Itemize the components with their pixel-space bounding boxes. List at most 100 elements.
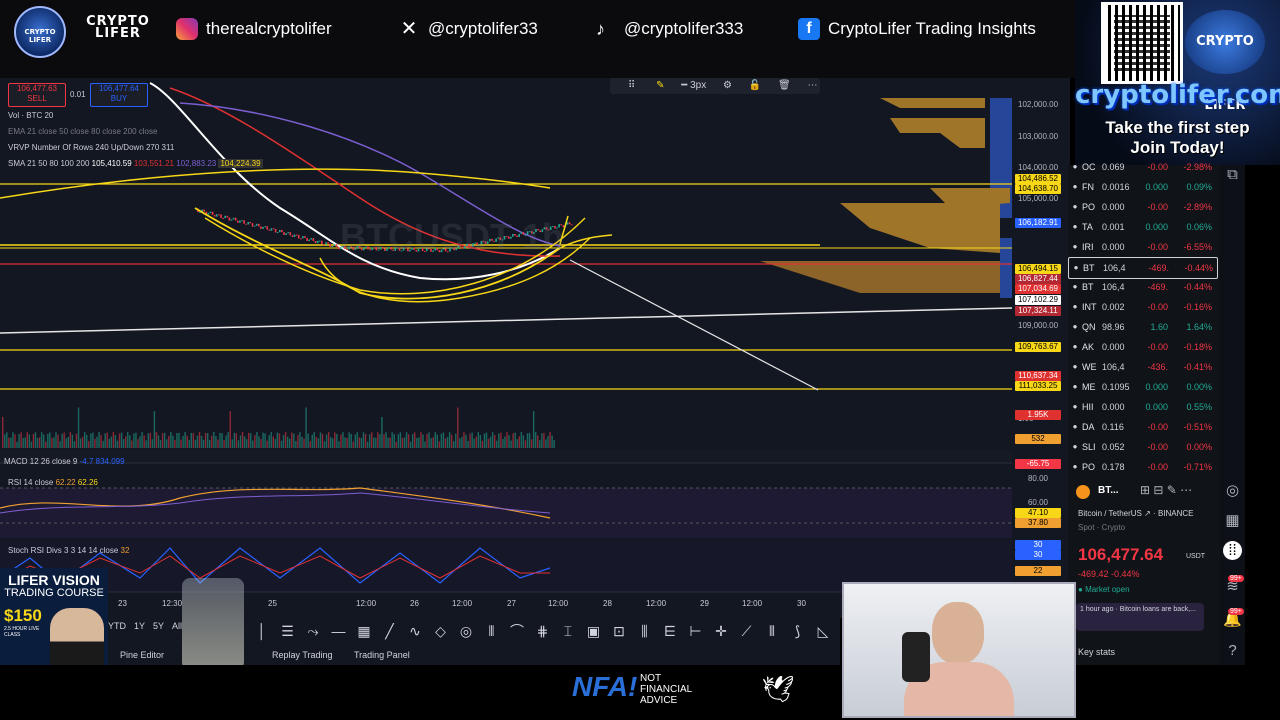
range-5y[interactable]: 5Y: [153, 621, 164, 631]
details-name[interactable]: Bitcoin / TetherUS ↗ · BINANCE: [1078, 509, 1194, 518]
drawing-tool-icon[interactable]: ▦: [354, 621, 374, 641]
drag-icon[interactable]: ⠿: [628, 80, 635, 91]
drawing-tool-icon[interactable]: ⟆: [788, 621, 808, 641]
settings-icon[interactable]: ⚙: [723, 80, 732, 91]
calendar-grid-icon[interactable]: ▦: [1223, 511, 1242, 530]
drawing-tool-icon[interactable]: ╱: [380, 621, 400, 641]
drawing-tool-icon[interactable]: ◺: [813, 621, 833, 641]
watchlist-row[interactable]: ● TA 0.001 0.000 0.06%: [1068, 217, 1216, 237]
sell-button[interactable]: 106,477.63 SELL: [8, 83, 66, 107]
target-icon[interactable]: ◎: [1223, 481, 1242, 500]
trash-icon[interactable]: 🗑: [778, 80, 791, 91]
drawing-tool-icon[interactable]: ⌒: [507, 621, 527, 641]
help-icon[interactable]: ?: [1223, 641, 1242, 660]
volume-bar: [403, 437, 406, 448]
line-width-icon[interactable]: ━: [681, 80, 687, 91]
tab-trading-panel[interactable]: Trading Panel: [354, 650, 410, 660]
legend-volume[interactable]: Vol · BTC 20: [8, 111, 53, 120]
watchlist-row[interactable]: ● SLI 0.052 -0.00 0.00%: [1068, 437, 1216, 457]
watchlist-row[interactable]: ● OC 0.069 -0.00 -2.98%: [1068, 157, 1216, 177]
social-facebook[interactable]: f CryptoLifer Trading Insights: [798, 17, 1036, 41]
line-width-value[interactable]: 3px: [690, 80, 706, 91]
drawing-tool-icon[interactable]: ⋿: [660, 621, 680, 641]
detail-action-icons[interactable]: ⊞ ⊟ ✎ ⋯: [1140, 483, 1192, 497]
watchlist-row[interactable]: ● WE 106,4 -436. -0.41%: [1068, 357, 1216, 377]
drawing-tool-icon[interactable]: │: [252, 621, 272, 641]
drawing-tool-icon[interactable]: ⊢: [686, 621, 706, 641]
watchlist-row[interactable]: ● QN 98.96 1.60 1.64%: [1068, 317, 1216, 337]
legend-macd[interactable]: MACD 12 26 close 9 -4.7 834.099: [4, 457, 125, 466]
floating-drawing-toolbar[interactable]: ⠿ ✎ ━ 3px ⚙ 🔓 🗑 ⋯: [610, 78, 820, 94]
drawing-tool-icon[interactable]: ⋕: [533, 621, 553, 641]
details-symbol[interactable]: BT...: [1098, 485, 1119, 496]
watchlist-row[interactable]: ● DA 0.116 -0.00 -0.51%: [1068, 417, 1216, 437]
drawing-tool-icon[interactable]: ⊡: [609, 621, 629, 641]
lock-icon[interactable]: 🔓: [749, 80, 761, 91]
course-small: 2.5 HOUR LIVE CLASS: [4, 626, 40, 638]
watchlist-row[interactable]: ● PO 0.178 -0.00 -0.71%: [1068, 457, 1216, 477]
watchlist[interactable]: ● OC 0.069 -0.00 -2.98% ● FN 0.0016 0.000 0.09% ● P…: [1068, 162, 1220, 477]
candle: [220, 214, 222, 218]
promo-line-1: Take the first step: [1105, 118, 1250, 137]
volume-bar: [250, 433, 252, 448]
range-all[interactable]: All: [172, 621, 182, 631]
volume-bar: [502, 438, 504, 448]
watchlist-row[interactable]: ● PO 0.000 -0.00 -2.89%: [1068, 197, 1216, 217]
watchlist-row[interactable]: ● ME 0.1095 0.000 0.00%: [1068, 377, 1216, 397]
key-stats[interactable]: Key stats: [1078, 647, 1115, 657]
legend-ema[interactable]: EMA 21 close 50 close 80 close 200 close: [8, 127, 157, 136]
drawing-tool-icon[interactable]: ⫴: [482, 621, 502, 641]
order-qty[interactable]: 0.01: [70, 90, 86, 99]
watchlist-row[interactable]: ● BT 106,4 -469. -0.44%: [1068, 257, 1218, 279]
watchlist-row[interactable]: ● BT 106,4 -469. -0.44%: [1068, 277, 1216, 297]
news-item[interactable]: 1 hour ago · Bitcoin loans are back,...: [1076, 603, 1204, 631]
legend-rsi[interactable]: RSI 14 close 62.22 62.26: [8, 478, 98, 487]
tab-replay-trading[interactable]: Replay Trading: [272, 650, 333, 660]
chart-area[interactable]: BTCUSDT 1h 106,477.63 SELL 0.01 106,477.…: [0, 78, 1070, 618]
watchlist-row[interactable]: ● INT 0.002 -0.00 -0.16%: [1068, 297, 1216, 317]
drawing-tool-icon[interactable]: ☰: [278, 621, 298, 641]
legend-stoch[interactable]: Stoch RSI Divs 3 3 14 14 close 32: [8, 546, 129, 555]
range-1y[interactable]: 1Y: [134, 621, 145, 631]
watchlist-row[interactable]: ● IRI 0.000 -0.00 -6.55%: [1068, 237, 1216, 257]
vp-blue-block-2: [1000, 238, 1012, 298]
watchlist-row[interactable]: ● AK 0.000 -0.00 -0.18%: [1068, 337, 1216, 357]
social-instagram[interactable]: therealcryptolifer: [176, 17, 332, 41]
drawing-tool-icon[interactable]: ∿: [405, 621, 425, 641]
social-tiktok[interactable]: ♪ @cryptolifer333: [596, 17, 743, 41]
drawing-tool-icon[interactable]: ⦀: [762, 621, 782, 641]
watchlist-row[interactable]: ● FN 0.0016 0.000 0.09%: [1068, 177, 1216, 197]
volume-bar: [293, 433, 295, 448]
volume-bar: [63, 432, 65, 448]
apps-grid-icon[interactable]: ⁞⁞: [1223, 541, 1242, 560]
volume-bar: [504, 436, 506, 448]
range-ytd[interactable]: YTD: [108, 621, 126, 631]
drawing-tool-icon[interactable]: ▣: [584, 621, 604, 641]
price-tag: 30: [1015, 540, 1061, 550]
more-icon[interactable]: ⋯: [807, 80, 817, 91]
watchlist-row[interactable]: ● HII 0.000 0.000 0.55%: [1068, 397, 1216, 417]
drawing-tool-icon[interactable]: ◎: [456, 621, 476, 641]
drawing-tool-icon[interactable]: ⤳: [303, 621, 323, 641]
drawing-tool-icon[interactable]: ⟋: [737, 621, 757, 641]
pencil-icon[interactable]: ✎: [656, 80, 664, 91]
drawing-tool-icon[interactable]: ◇: [431, 621, 451, 641]
drawing-tool-icon[interactable]: ⌶: [558, 621, 578, 641]
volume-bar: [67, 436, 69, 448]
watchlist-symbol-icon: ●: [1072, 402, 1078, 411]
drawing-tool-icon[interactable]: —: [329, 621, 349, 641]
volume-bar: [459, 438, 461, 448]
buy-button[interactable]: 106,477.64 BUY: [90, 83, 148, 107]
calendar-icon[interactable]: ⧉: [1223, 165, 1242, 184]
volume-bar: [188, 439, 190, 448]
social-x[interactable]: ✕ @cryptolifer33: [398, 17, 538, 41]
tab-pine-editor[interactable]: Pine Editor: [120, 650, 164, 660]
drawing-tool-icon[interactable]: ⫼: [635, 621, 655, 641]
legend-sma[interactable]: SMA 21 50 80 100 200 105,410.59 103,551.…: [8, 159, 263, 168]
projection-line: [569, 259, 819, 391]
volume-bar: [518, 436, 520, 448]
candle: [308, 239, 310, 241]
drawing-tool-icon[interactable]: ✛: [711, 621, 731, 641]
candle: [260, 226, 262, 229]
legend-vrvp[interactable]: VRVP Number Of Rows 240 Up/Down 270 311: [8, 143, 174, 152]
